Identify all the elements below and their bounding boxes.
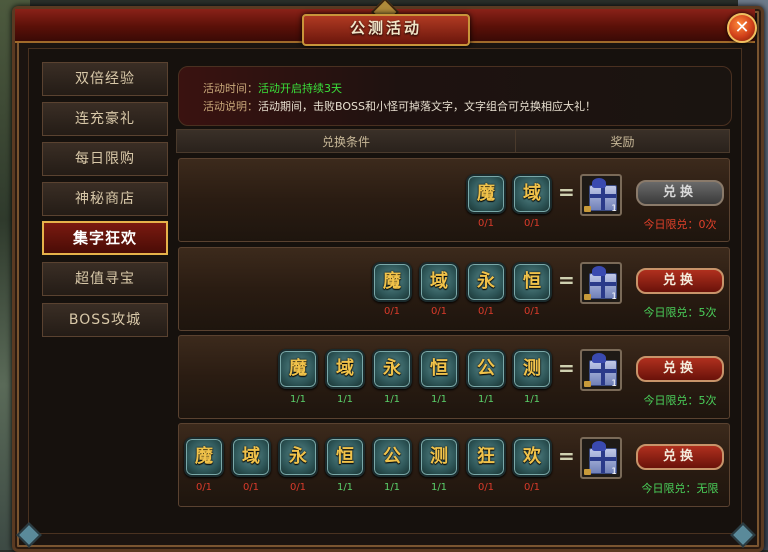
daily-limit-text: 今日限兑：无限 <box>641 482 719 495</box>
word-tile: 公 <box>372 437 412 477</box>
exchange-button-1[interactable]: 兑换 <box>636 180 724 206</box>
reward-gift-slot[interactable]: 1 <box>580 262 622 304</box>
word-tile: 恒 <box>512 262 552 302</box>
tile-count: 0/1 <box>523 306 541 317</box>
tile-count: 0/1 <box>195 482 213 493</box>
word-tile: 欢 <box>512 437 552 477</box>
word-tile: 永 <box>466 262 506 302</box>
word-tile: 域 <box>419 262 459 302</box>
sidebar-item-mystery-shop[interactable]: 神秘商店 <box>42 182 168 216</box>
equals-sign: = <box>558 444 575 468</box>
word-tile: 测 <box>512 349 552 389</box>
tile-count: 1/1 <box>336 482 354 493</box>
event-time-value: 活动开启持续3天 <box>258 82 342 95</box>
daily-limit-text: 今日限兑：5次 <box>643 306 717 319</box>
reward-quantity: 1 <box>611 379 617 389</box>
lock-icon <box>584 469 591 475</box>
tile-count: 1/1 <box>430 394 448 405</box>
sidebar-item-daily-limited[interactable]: 每日限购 <box>42 142 168 176</box>
event-time-label: 活动时间： <box>203 82 258 95</box>
word-tile: 域 <box>231 437 271 477</box>
event-desc-line: 活动说明：活动期间，击败BOSS和小怪可掉落文字，文字组合可兑换相应大礼！ <box>203 98 596 114</box>
sidebar-item-boss-siege[interactable]: BOSS攻城 <box>42 303 168 337</box>
word-tile: 魔 <box>372 262 412 302</box>
reward-quantity: 1 <box>611 292 617 302</box>
word-tile: 永 <box>278 437 318 477</box>
word-tile: 魔 <box>278 349 318 389</box>
event-time-line: 活动时间：活动开启持续3天 <box>203 80 342 96</box>
lock-icon <box>584 294 591 300</box>
exchange-button-2[interactable]: 兑换 <box>636 268 724 294</box>
tile-count: 1/1 <box>383 394 401 405</box>
tile-count: 0/1 <box>430 306 448 317</box>
word-tile: 魔 <box>466 174 506 214</box>
daily-limit-text: 今日限兑：5次 <box>643 394 717 407</box>
window-title: 公测活动 <box>349 19 422 37</box>
word-tile: 恒 <box>419 349 459 389</box>
column-header-reward: 奖励 <box>515 129 730 153</box>
close-button[interactable]: ✕ <box>727 13 757 43</box>
reward-quantity: 1 <box>611 204 617 214</box>
daily-limit-text: 今日限兑：0次 <box>643 218 717 231</box>
tile-count: 0/1 <box>477 482 495 493</box>
equals-sign: = <box>558 356 575 380</box>
tile-count: 1/1 <box>336 394 354 405</box>
word-tile: 魔 <box>184 437 224 477</box>
event-info-box <box>178 66 732 126</box>
reward-quantity: 1 <box>611 467 617 477</box>
gift-bow-icon <box>592 441 606 451</box>
exchange-button-3[interactable]: 兑换 <box>636 356 724 382</box>
word-tile: 域 <box>325 349 365 389</box>
word-tile: 公 <box>466 349 506 389</box>
tile-count: 1/1 <box>383 482 401 493</box>
lock-icon <box>584 381 591 387</box>
event-desc-label: 活动说明： <box>203 100 258 113</box>
reward-gift-slot[interactable]: 1 <box>580 437 622 479</box>
tile-count: 0/1 <box>523 218 541 229</box>
column-header-condition: 兑换条件 <box>176 129 516 153</box>
sidebar-item-recharge-gifts[interactable]: 连充豪礼 <box>42 102 168 136</box>
tile-count: 1/1 <box>289 394 307 405</box>
reward-gift-slot[interactable]: 1 <box>580 349 622 391</box>
lock-icon <box>584 206 591 212</box>
word-tile: 狂 <box>466 437 506 477</box>
tile-count: 1/1 <box>477 394 495 405</box>
equals-sign: = <box>558 180 575 204</box>
tile-count: 0/1 <box>242 482 260 493</box>
gift-bow-icon <box>592 266 606 276</box>
event-desc-value: 活动期间，击败BOSS和小怪可掉落文字，文字组合可兑换相应大礼！ <box>258 100 596 113</box>
sidebar-item-double-exp[interactable]: 双倍经验 <box>42 62 168 96</box>
equals-sign: = <box>558 268 575 292</box>
exchange-button-4[interactable]: 兑换 <box>636 444 724 470</box>
sidebar-item-treasure-hunt[interactable]: 超值寻宝 <box>42 262 168 296</box>
tile-count: 0/1 <box>383 306 401 317</box>
tile-count: 0/1 <box>477 306 495 317</box>
tile-count: 1/1 <box>523 394 541 405</box>
word-tile: 测 <box>419 437 459 477</box>
tile-count: 0/1 <box>523 482 541 493</box>
gift-bow-icon <box>592 353 606 363</box>
sidebar-item-collect-words[interactable]: 集字狂欢 <box>42 221 168 255</box>
tile-count: 1/1 <box>430 482 448 493</box>
tile-count: 0/1 <box>289 482 307 493</box>
gift-bow-icon <box>592 178 606 188</box>
reward-gift-slot[interactable]: 1 <box>580 174 622 216</box>
word-tile: 恒 <box>325 437 365 477</box>
tile-count: 0/1 <box>477 218 495 229</box>
word-tile: 域 <box>512 174 552 214</box>
word-tile: 永 <box>372 349 412 389</box>
